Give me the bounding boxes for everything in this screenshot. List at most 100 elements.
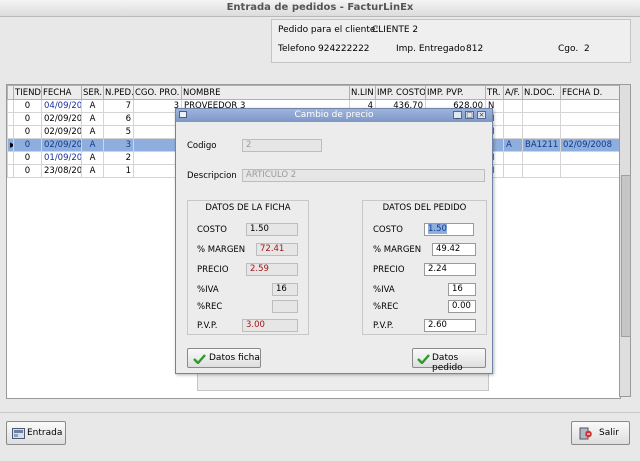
cell-fecha-d: 02/09/2008	[560, 138, 620, 152]
ficha-rec-field[interactable]	[272, 300, 298, 313]
pedido-precio-field[interactable]: 2.24	[424, 263, 476, 276]
dialog-titlebar[interactable]: Cambio de precio _ □ ×	[176, 109, 492, 122]
codigo-field[interactable]: 2	[242, 139, 322, 152]
codigo-label: Codigo	[187, 141, 217, 151]
minimize-icon[interactable]: _	[453, 111, 462, 119]
datos-pedido-button[interactable]: Datos pedido	[412, 348, 486, 373]
cell-nped: 1	[103, 164, 134, 178]
grid-vertical-scrollbar[interactable]	[619, 84, 631, 397]
cell-fecha-d	[560, 151, 620, 165]
cell-tienda: 0	[13, 151, 42, 165]
cell-af	[503, 164, 523, 178]
col-header-ndoc[interactable]: N.DOC.	[522, 85, 561, 100]
pedido-rec-label: %REC	[373, 302, 399, 312]
exit-door-icon	[579, 427, 593, 443]
cell-ndoc	[522, 112, 561, 126]
col-header-fecha-d[interactable]: FECHA D.	[560, 85, 620, 100]
pedido-iva-field[interactable]: 16	[448, 283, 476, 296]
col-header-af[interactable]: A/F.	[503, 85, 523, 100]
cell-fecha: 23/08/2008	[41, 164, 82, 178]
grid-header-row: TIEND. FECHA SER. N.PED. CGO. PRO. NOMBR…	[7, 85, 620, 100]
cell-nped: 3	[103, 138, 134, 152]
ficha-pvp-label: P.V.P.	[197, 321, 218, 331]
col-header-nlin[interactable]: N.LIN	[349, 85, 376, 100]
cell-ndoc	[522, 99, 561, 113]
client-label: Pedido para el cliente:	[278, 25, 379, 35]
cambio-precio-dialog[interactable]: Cambio de precio _ □ × Codigo 2 Descripc…	[175, 108, 493, 374]
cell-ser: A	[81, 151, 104, 165]
descripcion-field[interactable]: ARTICULO 2	[242, 169, 485, 182]
cell-ser: A	[81, 125, 104, 139]
maximize-icon[interactable]: □	[465, 111, 474, 119]
dialog-menu-icon[interactable]	[179, 111, 187, 118]
cell-ndoc	[522, 125, 561, 139]
salir-button[interactable]: Salir	[571, 421, 630, 445]
cell-fecha-d	[560, 112, 620, 126]
cell-af: A	[503, 138, 523, 152]
ficha-precio-field[interactable]: 2.59	[246, 263, 298, 276]
cell-fecha: 04/09/2008	[41, 99, 82, 113]
cell-ser: A	[81, 164, 104, 178]
cell-fecha: 02/09/2008	[41, 138, 82, 152]
cell-fecha: 02/09/2008	[41, 125, 82, 139]
phone-value: 924222222	[318, 44, 370, 54]
pedido-pvp-label: P.V.P.	[373, 321, 394, 331]
pedido-costo-value: 1.50	[428, 224, 447, 234]
dialog-title: Cambio de precio	[294, 110, 374, 120]
col-header-tienda[interactable]: TIEND.	[13, 85, 42, 100]
pedido-rec-field[interactable]: 0.00	[448, 300, 476, 313]
cell-tienda: 0	[13, 125, 42, 139]
datos-ficha-button[interactable]: Datos ficha	[187, 348, 261, 368]
cell-af	[503, 99, 523, 113]
col-header-imp-pvp[interactable]: IMP. PVP.	[425, 85, 486, 100]
cell-nped: 7	[103, 99, 134, 113]
ficha-rec-label: %REC	[197, 302, 223, 312]
client-info-panel: Pedido para el cliente: CLIENTE 2 Telefo…	[271, 19, 631, 63]
cell-nped: 6	[103, 112, 134, 126]
close-icon[interactable]: ×	[477, 111, 486, 119]
ficha-costo-field[interactable]: 1.50	[246, 223, 298, 236]
col-header-nombre[interactable]: NOMBRE	[181, 85, 350, 100]
ficha-pvp-field[interactable]: 3.00	[242, 319, 298, 332]
phone-label: Telefono	[278, 44, 316, 54]
pedido-iva-label: %IVA	[373, 285, 395, 295]
imp-entregado-label: Imp. Entregado	[396, 44, 466, 54]
ficha-margen-field[interactable]: 72.41	[256, 243, 298, 256]
cell-tienda: 0	[13, 164, 42, 178]
pedido-margen-field[interactable]: 49.42	[432, 243, 476, 256]
cell-tienda: 0	[13, 99, 42, 113]
scrollbar-thumb[interactable]	[621, 175, 631, 337]
cell-tienda: 0	[13, 112, 42, 126]
datos-pedido-title: DATOS DEL PEDIDO	[382, 203, 467, 213]
descripcion-label: Descripcion	[187, 171, 237, 181]
imp-entregado-value: 812	[466, 44, 484, 54]
pedido-pvp-field[interactable]: 2.60	[424, 319, 476, 332]
ficha-iva-label: %IVA	[197, 285, 219, 295]
col-header-tr[interactable]: TR.	[485, 85, 504, 100]
cell-nped: 5	[103, 125, 134, 139]
ficha-iva-field[interactable]: 16	[272, 283, 298, 296]
client-value: CLIENTE 2	[372, 25, 419, 35]
col-header-fecha[interactable]: FECHA	[41, 85, 82, 100]
bottom-toolbar: Entrada Salir	[0, 412, 640, 461]
col-header-nped[interactable]: N.PED.	[103, 85, 134, 100]
window-title: Entrada de pedidos - FacturLinEx	[0, 0, 640, 17]
cell-ndoc	[522, 151, 561, 165]
col-header-ser[interactable]: SER.	[81, 85, 104, 100]
col-header-cgo-pro[interactable]: CGO. PRO.	[133, 85, 182, 100]
pedido-costo-field[interactable]: 1.50	[424, 223, 474, 236]
cgo-value: 2	[584, 44, 590, 54]
datos-ficha-title: DATOS DE LA FICHA	[205, 203, 291, 213]
cell-fecha-d	[560, 99, 620, 113]
ficha-precio-label: PRECIO	[197, 265, 229, 275]
cell-nped: 2	[103, 151, 134, 165]
cell-fecha: 02/09/2008	[41, 112, 82, 126]
entrada-button[interactable]: Entrada	[6, 421, 66, 445]
check-icon	[193, 354, 206, 367]
pedido-margen-label: % MARGEN	[373, 245, 422, 255]
cell-fecha-d	[560, 125, 620, 139]
cell-af	[503, 151, 523, 165]
cell-fecha-d	[560, 164, 620, 178]
col-header-imp-costo[interactable]: IMP. COSTO	[375, 85, 426, 100]
cell-ndoc	[522, 164, 561, 178]
